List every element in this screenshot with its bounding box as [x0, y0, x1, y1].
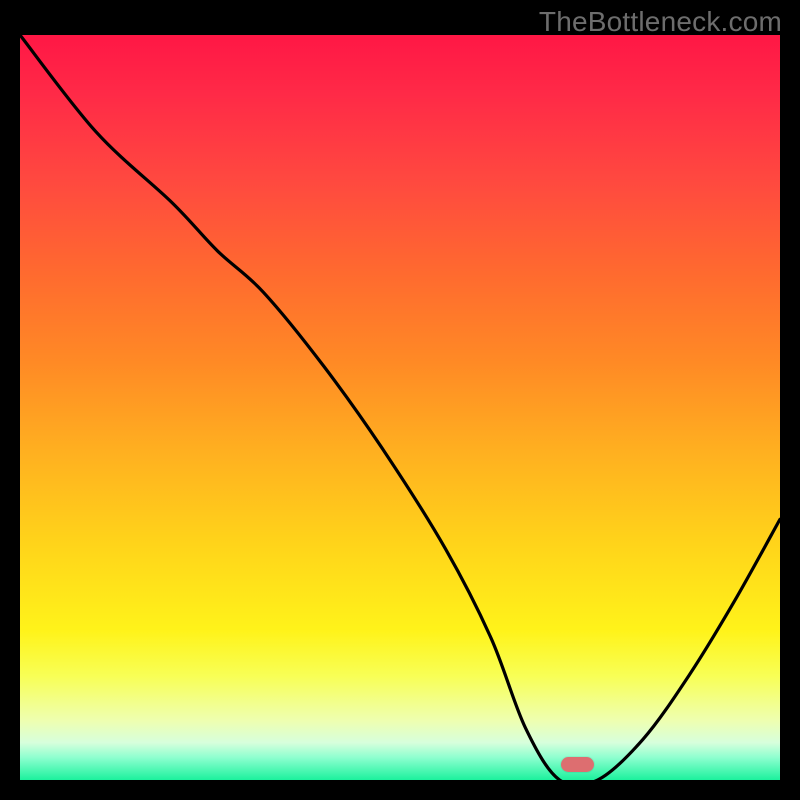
plot-area [20, 35, 780, 780]
optimum-marker [561, 757, 594, 772]
watermark-text: TheBottleneck.com [539, 6, 782, 38]
bottleneck-curve [20, 35, 780, 780]
chart-stage: TheBottleneck.com [0, 0, 800, 800]
